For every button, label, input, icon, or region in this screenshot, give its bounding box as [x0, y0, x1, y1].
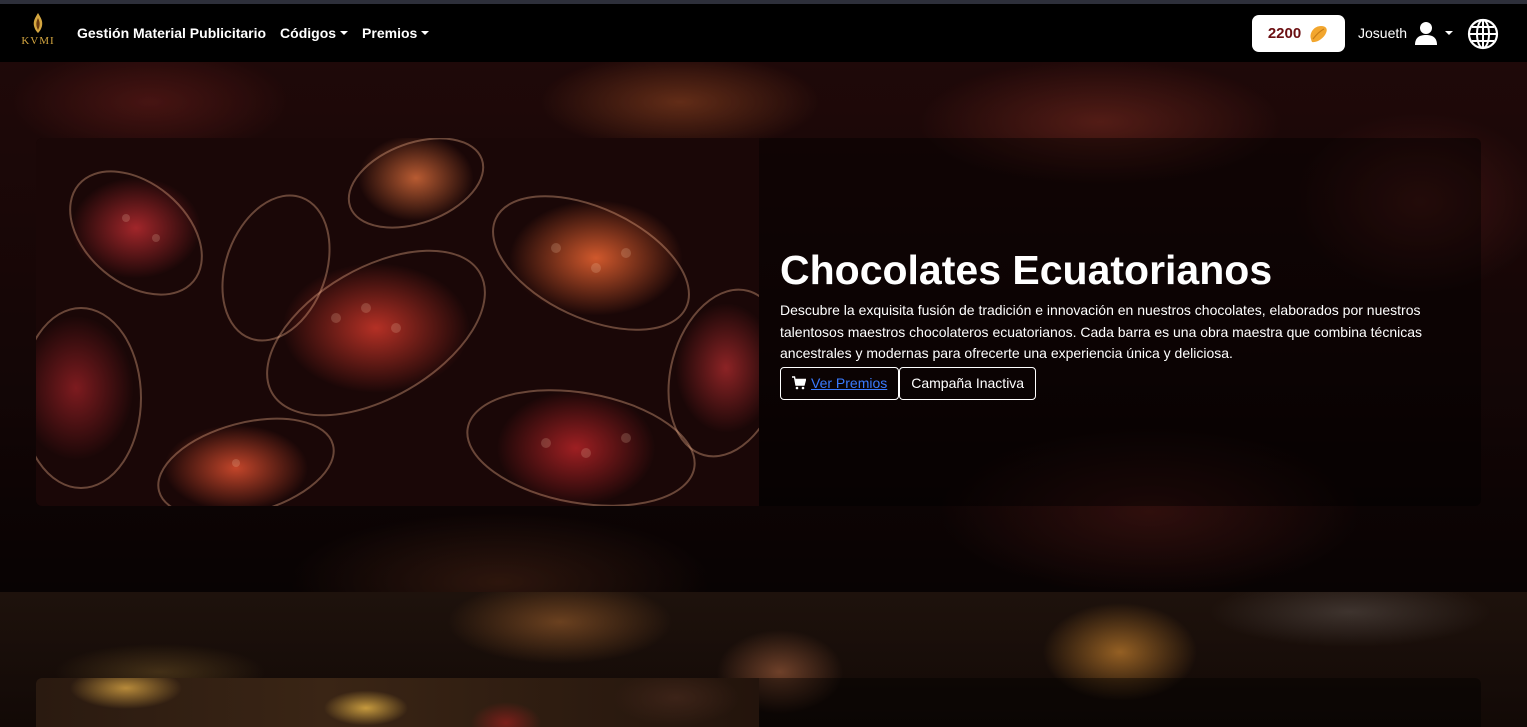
brand-logo[interactable]: KVMI: [16, 12, 60, 56]
cocoa-pods-illustration: [36, 138, 759, 506]
cocoa-bean-icon: [1310, 25, 1327, 42]
nav-codigos-label: Códigos: [280, 25, 337, 41]
campaign-actions: Ver Premios Campaña Inactiva: [780, 366, 1460, 400]
chevron-down-icon: [1445, 31, 1454, 35]
campaign-title: Chocolates Ecuatorianos: [780, 247, 1273, 293]
nav-codigos-dropdown[interactable]: Códigos: [280, 25, 349, 41]
chevron-down-icon: [421, 31, 430, 35]
nav-links: Gestión Material Publicitario Códigos Pr…: [77, 4, 430, 62]
nav-gestion-material[interactable]: Gestión Material Publicitario: [77, 25, 266, 41]
points-value: 2200: [1267, 25, 1302, 42]
user-name: Josueth: [1358, 25, 1408, 41]
flame-logo-icon: [33, 13, 43, 33]
hero-section: Chocolates Ecuatorianos Descubre la exqu…: [0, 62, 1527, 592]
navbar: KVMI Gestión Material Publicitario Códig…: [0, 4, 1527, 62]
ver-premios-link[interactable]: Ver Premios: [811, 375, 887, 391]
cocoa-pods-image: [36, 138, 759, 506]
brand-text: KVMI: [21, 35, 55, 47]
nav-premios-dropdown[interactable]: Premios: [362, 25, 430, 41]
ver-premios-button[interactable]: Ver Premios: [780, 366, 900, 400]
points-badge[interactable]: 2200: [1252, 15, 1345, 52]
campaign-card-body: Chocolates Ecuatorianos Descubre la exqu…: [780, 244, 1460, 400]
cart-icon: [792, 376, 806, 390]
campaign-description: Descubre la exquisita fusión de tradició…: [780, 302, 1423, 361]
second-campaign-card: [36, 678, 1481, 727]
nav-gestion-material-label: Gestión Material Publicitario: [77, 25, 267, 41]
user-menu[interactable]: Josueth: [1358, 4, 1454, 62]
nav-premios-label: Premios: [362, 25, 418, 41]
globe-icon[interactable]: [1467, 18, 1499, 50]
second-hero-section: [0, 592, 1527, 727]
campaign-card: Chocolates Ecuatorianos Descubre la exqu…: [36, 138, 1481, 506]
chevron-down-icon: [340, 31, 349, 35]
campana-inactiva-button[interactable]: Campaña Inactiva: [899, 366, 1037, 400]
chocolates-image: [36, 678, 759, 727]
user-icon: [1415, 22, 1438, 45]
